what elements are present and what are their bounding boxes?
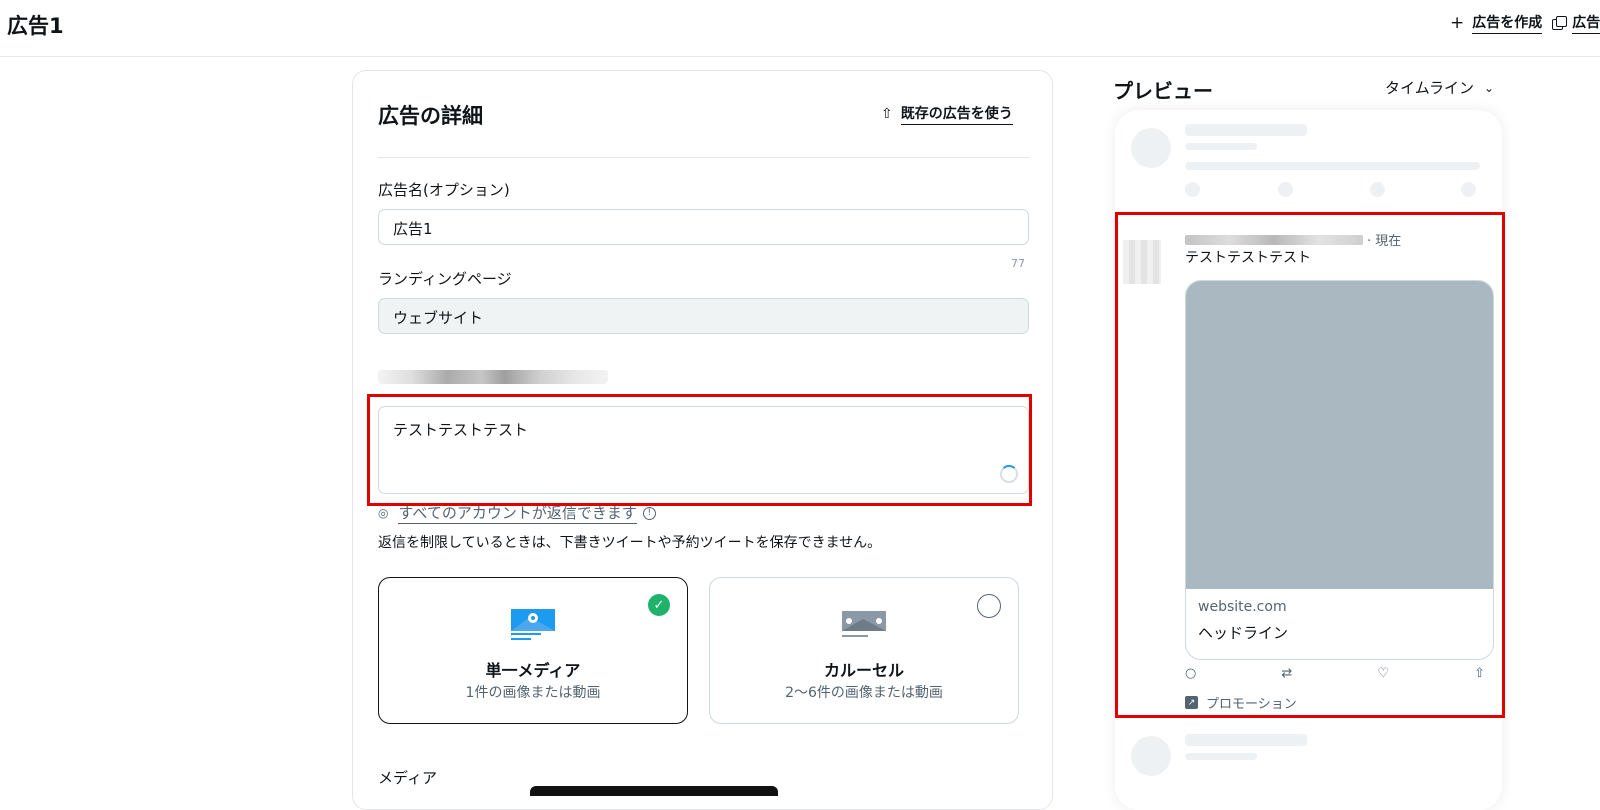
promoted-text: プロモーション	[1206, 697, 1297, 712]
create-ad-button[interactable]: 広告を作成	[1472, 12, 1543, 34]
plus-icon: +	[1450, 13, 1465, 33]
carousel-subtitle: 2〜6件の画像または動画	[785, 685, 943, 701]
carousel-icon	[842, 611, 886, 637]
promoted-label: ↗ プロモーション	[1185, 693, 1297, 712]
character-count-ring-icon	[1000, 465, 1018, 483]
skeleton-avatar	[1131, 736, 1171, 776]
skeleton-dot	[1370, 182, 1385, 197]
skeleton-dot	[1461, 182, 1476, 197]
duplicate-icon[interactable]	[1552, 16, 1568, 30]
single-media-subtitle: 1件の画像または動画	[465, 685, 601, 701]
card-domain: website.com	[1198, 599, 1287, 615]
preview-phone-frame: · 現在 テストテストテスト website.com ヘッドライン ○ ⇄ ♡ …	[1115, 110, 1502, 810]
carousel-option[interactable]: カルーセル 2〜6件の画像または動画	[709, 577, 1019, 724]
tweet-text-input[interactable]: テストテストテスト	[378, 406, 1029, 494]
skeleton-avatar	[1131, 128, 1171, 168]
globe-icon: ◎	[378, 506, 389, 520]
media-label: メディア	[378, 769, 437, 787]
placement-label: タイムライン	[1385, 79, 1474, 97]
preview-title: プレビュー	[1113, 79, 1213, 103]
skeleton-line	[1185, 143, 1257, 150]
use-existing-ad-button[interactable]: ⇧ 既存の広告を使う	[881, 103, 1013, 125]
ad-name-input[interactable]: 広告1	[378, 209, 1029, 245]
reply-setting-button[interactable]: ◎ すべてのアカウントが返信できます !	[378, 502, 656, 524]
reply-setting-label: すべてのアカウントが返信できます	[398, 504, 637, 524]
reply-icon: ○	[1185, 666, 1197, 681]
skeleton-dot	[1278, 182, 1293, 197]
skeleton-line	[1185, 734, 1307, 746]
tweet-text-value: テストテストテスト	[393, 421, 529, 439]
chevron-down-icon: ⌄	[1483, 80, 1495, 95]
retweet-icon: ⇄	[1281, 666, 1293, 681]
tweet-actions: ○ ⇄ ♡ ⇧	[1185, 666, 1485, 681]
top-bar: 広告1 + 広告を作成 広告	[0, 0, 1600, 57]
single-media-option[interactable]: 単一メディア 1件の画像または動画 ✓	[378, 577, 688, 724]
promoted-icon: ↗	[1185, 696, 1198, 709]
tweet-author-blurred	[1185, 234, 1363, 245]
like-icon: ♡	[1377, 666, 1390, 681]
info-icon[interactable]: !	[642, 506, 656, 520]
checkmark-icon: ✓	[648, 594, 670, 616]
landing-page-label: ランディングページ	[378, 270, 512, 288]
skeleton-dot	[1185, 182, 1200, 197]
tweet-preview-text: テストテストテスト	[1185, 250, 1311, 266]
ad-details-title: 広告の詳細	[378, 104, 483, 128]
share-icon: ⇧	[1474, 666, 1485, 681]
top-actions: + 広告を作成 広告	[1450, 12, 1600, 34]
ad-name-counter: 77	[1011, 257, 1025, 270]
use-existing-ad-label: 既存の広告を使う	[900, 103, 1013, 125]
media-placeholder	[1186, 281, 1493, 589]
divider	[378, 157, 1029, 158]
page-title: 広告1	[7, 14, 64, 38]
ad-name-label: 広告名(オプション)	[378, 181, 510, 199]
skeleton-line	[1185, 753, 1257, 760]
bottom-toolbar	[530, 786, 778, 796]
duplicate-ad-button[interactable]: 広告	[1572, 12, 1600, 34]
account-handle-blurred	[378, 370, 608, 384]
carousel-title: カルーセル	[823, 661, 904, 680]
reply-note: 返信を制限しているときは、下書きツイートや予約ツイートを保存できません。	[378, 535, 882, 551]
website-card: website.com ヘッドライン	[1185, 280, 1494, 660]
placement-dropdown[interactable]: タイムライン ⌄	[1385, 77, 1494, 98]
radio-button[interactable]	[977, 594, 1001, 618]
tweet-time: · 現在	[1367, 234, 1402, 249]
upload-icon: ⇧	[881, 106, 893, 122]
ad-details-card: 広告の詳細 ⇧ 既存の広告を使う 広告名(オプション) 広告1 77 ランディン…	[352, 70, 1053, 810]
single-media-icon	[511, 609, 555, 640]
tweet-avatar-blurred	[1123, 240, 1161, 284]
landing-page-select[interactable]: ウェブサイト	[378, 298, 1029, 334]
card-headline: ヘッドライン	[1198, 624, 1289, 642]
skeleton-line	[1185, 124, 1307, 136]
single-media-title: 単一メディア	[485, 661, 581, 680]
skeleton-line	[1185, 162, 1480, 170]
